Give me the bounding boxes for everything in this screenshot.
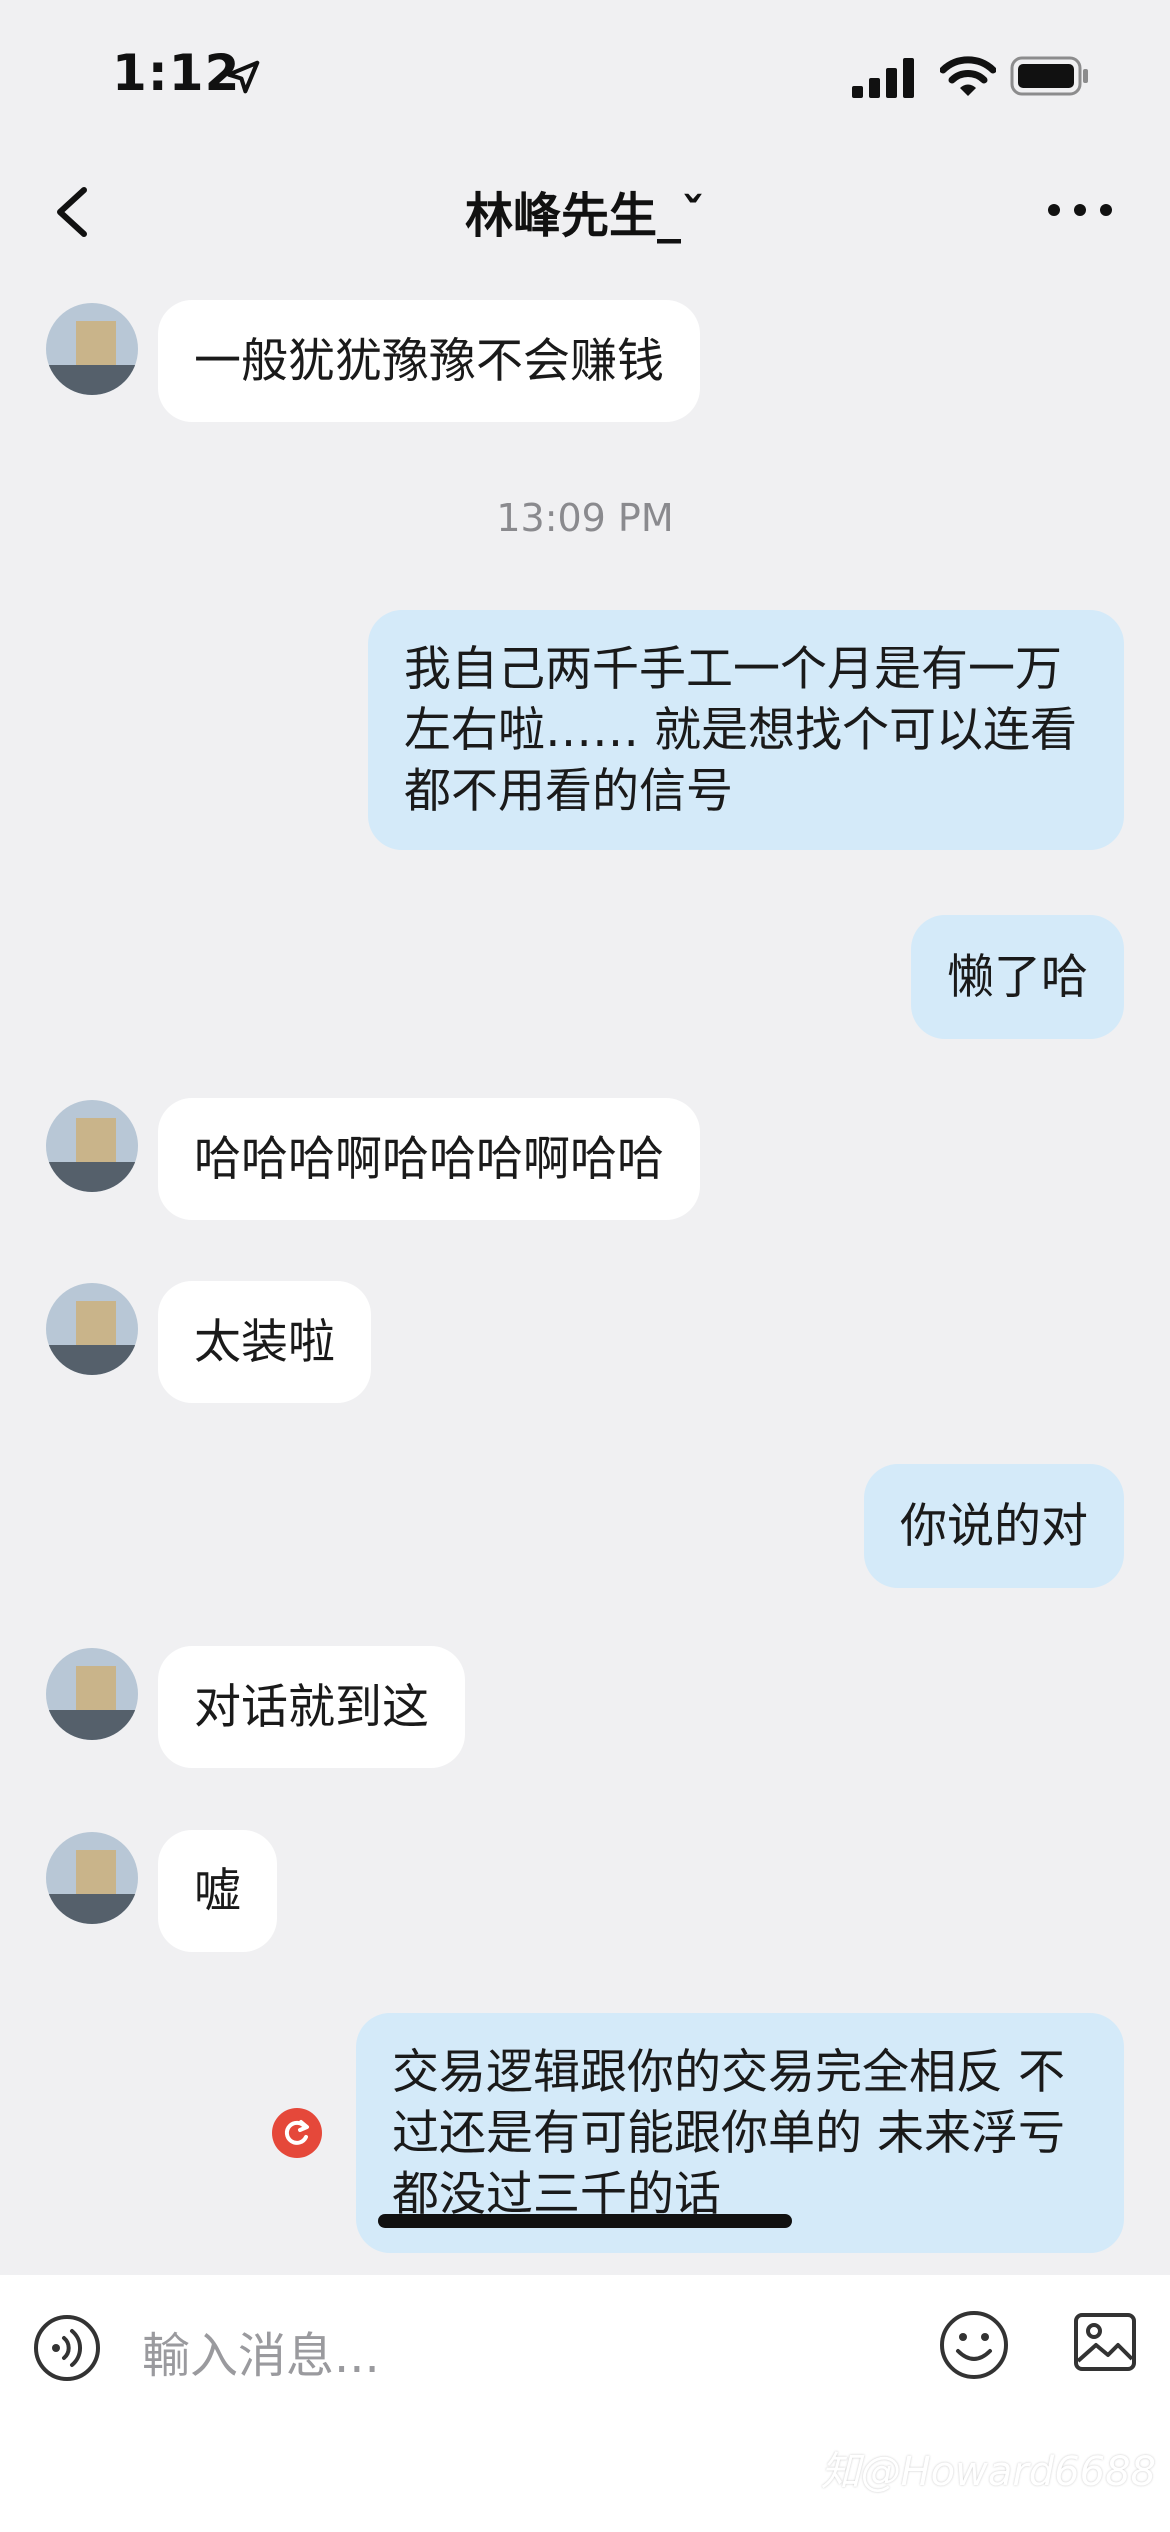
chat-title: 林峰先生_ˇ [464,188,705,244]
more-options-button[interactable] [1040,180,1120,240]
timestamp: 13:09 PM [496,496,674,540]
voice-icon[interactable] [32,2313,102,2383]
message-text: 我自己两千手工一个月是有一万左右啦…… 就是想找个可以连看都不用看的信号 [404,641,1077,819]
chat-header: 林峰先生_ˇ [0,150,1170,270]
avatar-image [46,303,138,395]
avatar-image [46,1648,138,1740]
back-button[interactable] [40,172,110,248]
message-text: 交易逻辑跟你的交易完全相反 不过还是有可能跟你单的 未来浮亏都没过三千的话 [392,2044,1065,2222]
message-bubble-incoming[interactable]: 太装啦 [158,1281,371,1403]
status-time: 1:12 [112,44,241,102]
status-bar: 1:12 [0,0,1170,150]
message-bubble-incoming[interactable]: 对话就到这 [158,1646,465,1768]
message-bubble-outgoing[interactable]: 懒了哈 [911,915,1124,1039]
image-icon[interactable] [1072,2309,1138,2375]
message-list[interactable]: 一般犹犹豫豫不会赚钱 13:09 PM 我自己两千手工一个月是有一万左右啦…… … [0,270,1170,2260]
more-icon [1048,204,1112,216]
message-input[interactable] [140,2315,904,2397]
contact-avatar[interactable] [46,1832,138,1924]
contact-avatar[interactable] [46,303,138,395]
signal-icon [852,58,914,98]
message-text: 一般犹犹豫豫不会赚钱 [194,333,664,389]
message-text: 太装啦 [194,1314,335,1370]
avatar-image [46,1100,138,1192]
message-bubble-outgoing[interactable]: 你说的对 [864,1464,1124,1588]
back-arrow-icon [57,187,87,237]
message-text: 懒了哈 [947,949,1088,1005]
avatar-image [46,1283,138,1375]
contact-avatar[interactable] [46,1648,138,1740]
retry-icon[interactable] [272,2108,322,2158]
message-text: 嘘 [194,1863,241,1919]
avatar-image [46,1832,138,1924]
battery-icon [1010,56,1088,96]
message-text: 你说的对 [900,1498,1088,1554]
home-indicator [378,2214,792,2228]
message-text: 对话就到这 [194,1679,429,1735]
message-bubble-incoming[interactable]: 嘘 [158,1830,277,1952]
location-arrow-icon [226,60,260,94]
contact-avatar[interactable] [46,1100,138,1192]
message-bubble-outgoing[interactable]: 我自己两千手工一个月是有一万左右啦…… 就是想找个可以连看都不用看的信号 [368,610,1124,850]
message-bubble-incoming[interactable]: 哈哈哈啊哈哈哈啊哈哈 [158,1098,700,1220]
input-bar: 知@Howard6688 [0,2275,1170,2532]
wifi-icon [940,56,996,96]
message-text: 哈哈哈啊哈哈哈啊哈哈 [194,1131,664,1187]
contact-avatar[interactable] [46,1283,138,1375]
emoji-icon[interactable] [938,2309,1010,2381]
message-bubble-incoming[interactable]: 一般犹犹豫豫不会赚钱 [158,300,700,422]
watermark: 知@Howard6688 [820,2449,1156,2495]
